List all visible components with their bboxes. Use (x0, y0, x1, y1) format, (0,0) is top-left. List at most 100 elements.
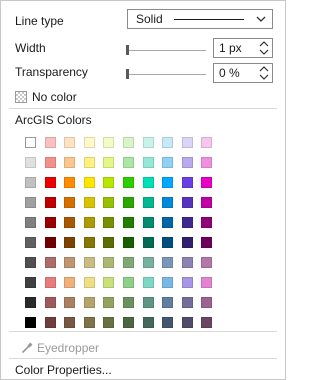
color-swatch[interactable] (143, 197, 154, 208)
color-swatch[interactable] (64, 237, 75, 248)
color-swatch[interactable] (201, 297, 212, 308)
color-properties-link[interactable]: Color Properties... (15, 363, 112, 377)
color-swatch[interactable] (64, 177, 75, 188)
color-swatch[interactable] (64, 317, 75, 328)
color-swatch[interactable] (84, 217, 95, 228)
color-swatch[interactable] (64, 197, 75, 208)
color-swatch[interactable] (123, 217, 134, 228)
color-swatch[interactable] (201, 277, 212, 288)
color-swatch[interactable] (182, 137, 193, 148)
color-swatch[interactable] (45, 237, 56, 248)
no-color-option[interactable]: No color (15, 90, 77, 104)
color-swatch[interactable] (84, 257, 95, 268)
width-slider-thumb[interactable] (126, 45, 129, 55)
color-swatch[interactable] (162, 197, 173, 208)
color-swatch[interactable] (182, 297, 193, 308)
color-swatch[interactable] (143, 177, 154, 188)
color-swatch[interactable] (45, 217, 56, 228)
color-swatch[interactable] (45, 277, 56, 288)
color-swatch[interactable] (45, 177, 56, 188)
color-swatch[interactable] (201, 177, 212, 188)
spin-arrows-icon[interactable] (259, 65, 269, 81)
color-swatch[interactable] (25, 217, 36, 228)
color-swatch[interactable] (162, 137, 173, 148)
color-swatch[interactable] (25, 197, 36, 208)
color-swatch[interactable] (123, 197, 134, 208)
color-swatch[interactable] (182, 197, 193, 208)
color-swatch[interactable] (25, 237, 36, 248)
width-slider[interactable] (126, 44, 206, 56)
color-swatch[interactable] (123, 297, 134, 308)
color-swatch[interactable] (25, 157, 36, 168)
color-swatch[interactable] (25, 317, 36, 328)
color-swatch[interactable] (201, 197, 212, 208)
transparency-spinbox[interactable]: 0 % (213, 63, 273, 83)
color-swatch[interactable] (143, 217, 154, 228)
color-swatch[interactable] (45, 197, 56, 208)
color-swatch[interactable] (84, 297, 95, 308)
color-swatch[interactable] (201, 217, 212, 228)
transparency-slider[interactable] (126, 68, 206, 80)
transparency-slider-thumb[interactable] (126, 69, 129, 79)
color-swatch[interactable] (45, 297, 56, 308)
color-swatch[interactable] (201, 257, 212, 268)
color-swatch[interactable] (64, 257, 75, 268)
color-swatch[interactable] (25, 277, 36, 288)
eyedropper-button[interactable]: Eyedropper (21, 341, 99, 355)
color-swatch[interactable] (45, 157, 56, 168)
color-swatch[interactable] (143, 157, 154, 168)
color-swatch[interactable] (45, 257, 56, 268)
color-swatch[interactable] (182, 257, 193, 268)
color-swatch[interactable] (45, 317, 56, 328)
color-swatch[interactable] (123, 317, 134, 328)
color-swatch[interactable] (64, 297, 75, 308)
color-swatch[interactable] (25, 297, 36, 308)
color-swatch[interactable] (123, 257, 134, 268)
color-swatch[interactable] (162, 177, 173, 188)
color-swatch[interactable] (143, 317, 154, 328)
color-swatch[interactable] (84, 137, 95, 148)
color-swatch[interactable] (103, 177, 114, 188)
color-swatch[interactable] (123, 137, 134, 148)
color-swatch[interactable] (103, 217, 114, 228)
color-swatch[interactable] (103, 197, 114, 208)
color-swatch[interactable] (201, 317, 212, 328)
color-swatch[interactable] (143, 257, 154, 268)
color-swatch[interactable] (103, 157, 114, 168)
color-swatch[interactable] (25, 177, 36, 188)
color-swatch[interactable] (25, 257, 36, 268)
color-swatch[interactable] (182, 177, 193, 188)
color-swatch[interactable] (103, 317, 114, 328)
color-swatch[interactable] (182, 277, 193, 288)
color-swatch[interactable] (182, 237, 193, 248)
color-swatch[interactable] (45, 137, 56, 148)
color-swatch[interactable] (182, 157, 193, 168)
color-swatch[interactable] (84, 237, 95, 248)
color-swatch[interactable] (123, 177, 134, 188)
color-swatch[interactable] (162, 297, 173, 308)
color-swatch[interactable] (84, 317, 95, 328)
color-swatch[interactable] (201, 137, 212, 148)
color-swatch[interactable] (162, 217, 173, 228)
color-swatch[interactable] (64, 277, 75, 288)
color-swatch[interactable] (182, 317, 193, 328)
color-swatch[interactable] (84, 277, 95, 288)
color-swatch[interactable] (84, 177, 95, 188)
color-swatch[interactable] (103, 297, 114, 308)
color-swatch[interactable] (143, 137, 154, 148)
spin-arrows-icon[interactable] (259, 40, 269, 56)
color-swatch[interactable] (103, 257, 114, 268)
color-swatch[interactable] (162, 257, 173, 268)
color-swatch[interactable] (64, 137, 75, 148)
color-swatch[interactable] (123, 157, 134, 168)
line-type-dropdown[interactable]: Solid (127, 9, 273, 29)
color-swatch[interactable] (162, 317, 173, 328)
color-swatch[interactable] (143, 237, 154, 248)
color-swatch[interactable] (182, 217, 193, 228)
color-swatch[interactable] (25, 137, 36, 148)
color-swatch[interactable] (201, 157, 212, 168)
color-swatch[interactable] (143, 297, 154, 308)
color-swatch[interactable] (162, 237, 173, 248)
color-swatch[interactable] (123, 277, 134, 288)
color-swatch[interactable] (64, 157, 75, 168)
